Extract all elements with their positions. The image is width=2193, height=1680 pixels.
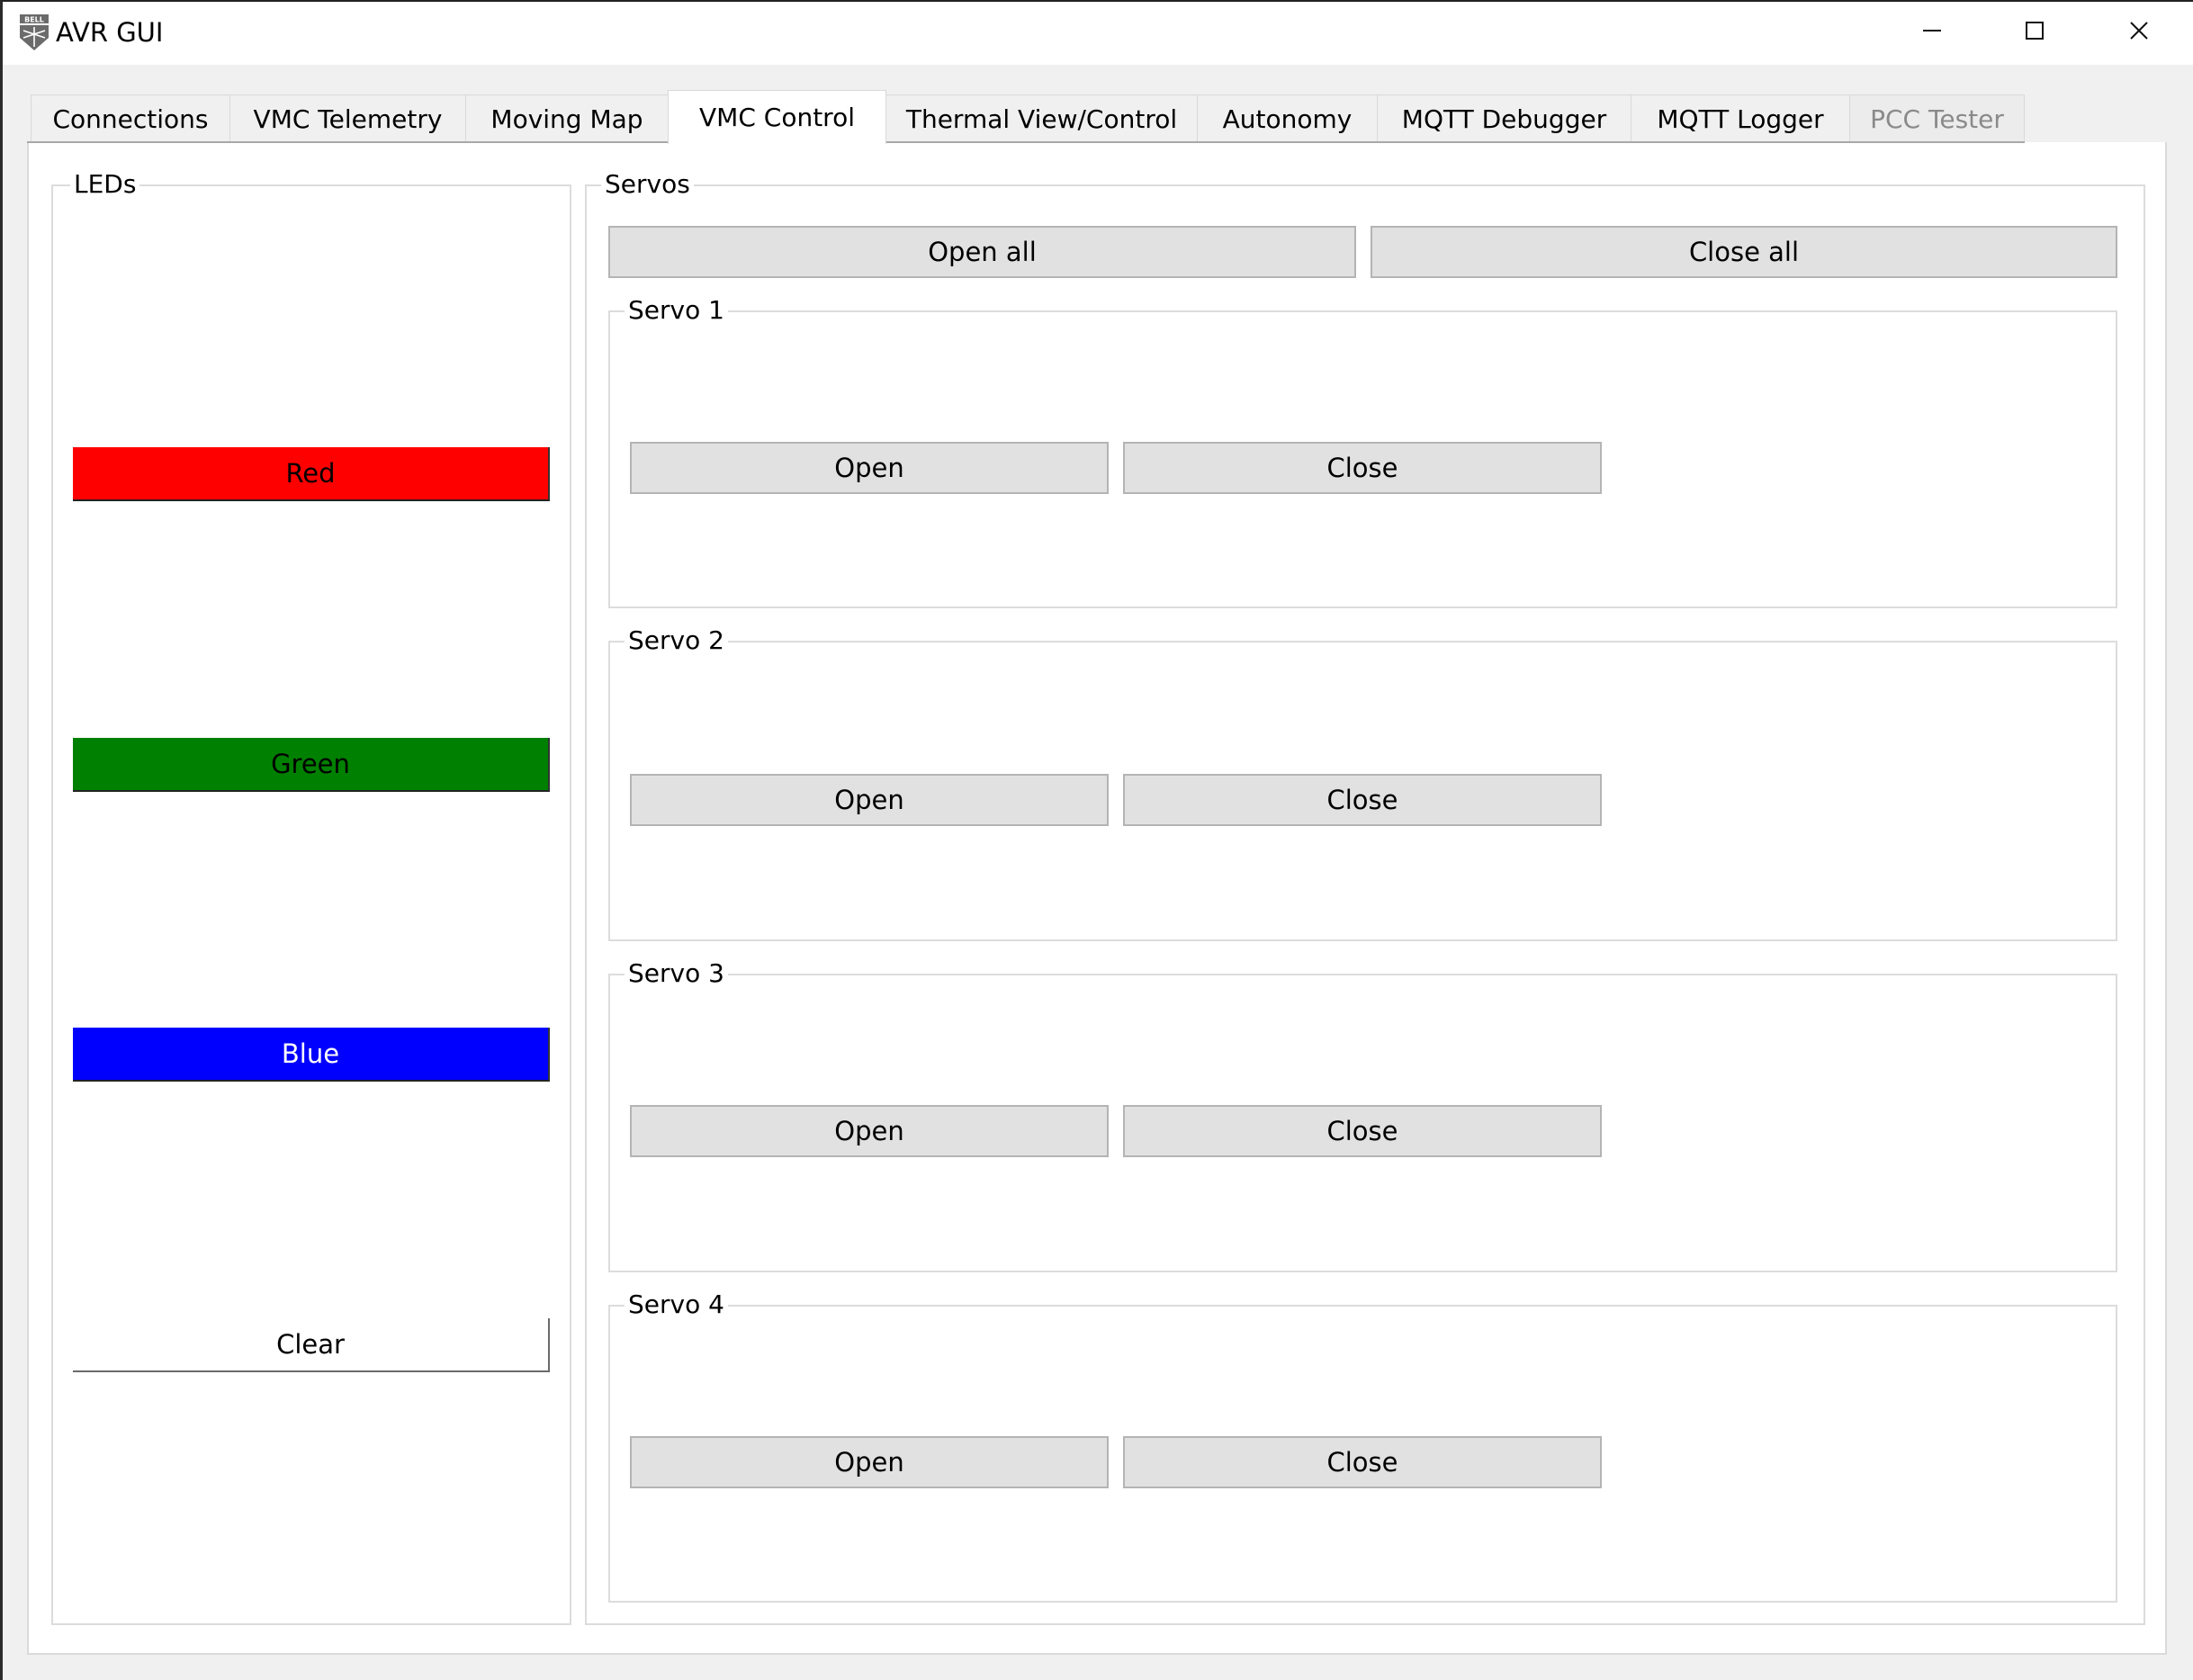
servo-2-open-button[interactable]: Open — [630, 774, 1109, 826]
button-label: Close all — [1688, 237, 1800, 267]
button-label: Close — [1326, 1116, 1398, 1146]
led-blue-button[interactable]: Blue — [73, 1028, 550, 1082]
led-green-button[interactable]: Green — [73, 738, 550, 792]
minimize-button[interactable] — [1881, 0, 1983, 65]
button-label: Close — [1326, 1447, 1398, 1478]
tab-label: MQTT Logger — [1657, 104, 1824, 134]
tab-label: MQTT Debugger — [1401, 104, 1607, 134]
button-label: Open all — [928, 237, 1037, 267]
button-label: Blue — [281, 1038, 340, 1069]
button-label: Open — [834, 453, 904, 483]
tab-vmc-control[interactable]: VMC Control — [668, 90, 886, 144]
tab-label: Thermal View/Control — [905, 104, 1178, 134]
tab-label: Moving Map — [490, 104, 643, 134]
tab-label: Connections — [52, 104, 209, 134]
servo-2-title: Servo 2 — [625, 626, 728, 655]
tab-thermal-view-control[interactable]: Thermal View/Control — [885, 94, 1198, 143]
leds-group — [51, 184, 571, 1625]
tab-connections[interactable]: Connections — [31, 94, 230, 143]
close-window-button[interactable] — [2088, 0, 2190, 65]
button-label: Close — [1326, 785, 1398, 815]
tab-vmc-telemetry[interactable]: VMC Telemetry — [229, 94, 466, 143]
tab-label: PCC Tester — [1870, 104, 2004, 134]
button-label: Close — [1326, 453, 1398, 483]
button-label: Open — [834, 785, 904, 815]
button-label: Open — [834, 1447, 904, 1478]
svg-text:BELL: BELL — [24, 16, 44, 24]
button-label: Red — [285, 458, 336, 489]
servo-1-open-button[interactable]: Open — [630, 442, 1109, 494]
maximize-icon — [2025, 21, 2045, 44]
tab-label: VMC Telemetry — [253, 104, 443, 134]
servo-1-close-button[interactable]: Close — [1123, 442, 1602, 494]
button-label: Green — [271, 749, 350, 779]
led-clear-button[interactable]: Clear — [73, 1318, 550, 1372]
window-title: AVR GUI — [56, 17, 164, 48]
servo-4-open-button[interactable]: Open — [630, 1436, 1109, 1488]
tab-bar-divider — [27, 141, 2025, 143]
servo-4-title: Servo 4 — [625, 1290, 728, 1319]
tab-mqtt-debugger[interactable]: MQTT Debugger — [1377, 94, 1631, 143]
tab-autonomy[interactable]: Autonomy — [1197, 94, 1378, 143]
button-label: Open — [834, 1116, 904, 1146]
tab-mqtt-logger[interactable]: MQTT Logger — [1631, 94, 1850, 143]
bell-logo-icon: BELL — [18, 13, 50, 52]
leds-group-title: LEDs — [70, 170, 140, 199]
servo-1-title: Servo 1 — [625, 296, 728, 325]
close-icon — [2129, 21, 2149, 44]
servo-3-title: Servo 3 — [625, 959, 728, 988]
minimize-icon — [1922, 21, 1942, 44]
led-red-button[interactable]: Red — [73, 447, 550, 501]
servo-2-close-button[interactable]: Close — [1123, 774, 1602, 826]
servo-4-close-button[interactable]: Close — [1123, 1436, 1602, 1488]
tab-pcc-tester: PCC Tester — [1849, 94, 2025, 143]
tab-label: Autonomy — [1222, 104, 1353, 134]
close-all-button[interactable]: Close all — [1371, 226, 2117, 278]
servos-group-title: Servos — [601, 170, 694, 199]
button-label: Clear — [276, 1329, 345, 1360]
maximize-button[interactable] — [1983, 0, 2086, 65]
tab-moving-map[interactable]: Moving Map — [465, 94, 669, 143]
servo-3-open-button[interactable]: Open — [630, 1105, 1109, 1157]
tab-label: VMC Control — [699, 103, 855, 132]
servo-3-close-button[interactable]: Close — [1123, 1105, 1602, 1157]
title-bar: BELL AVR GUI — [0, 0, 2193, 65]
open-all-button[interactable]: Open all — [608, 226, 1356, 278]
